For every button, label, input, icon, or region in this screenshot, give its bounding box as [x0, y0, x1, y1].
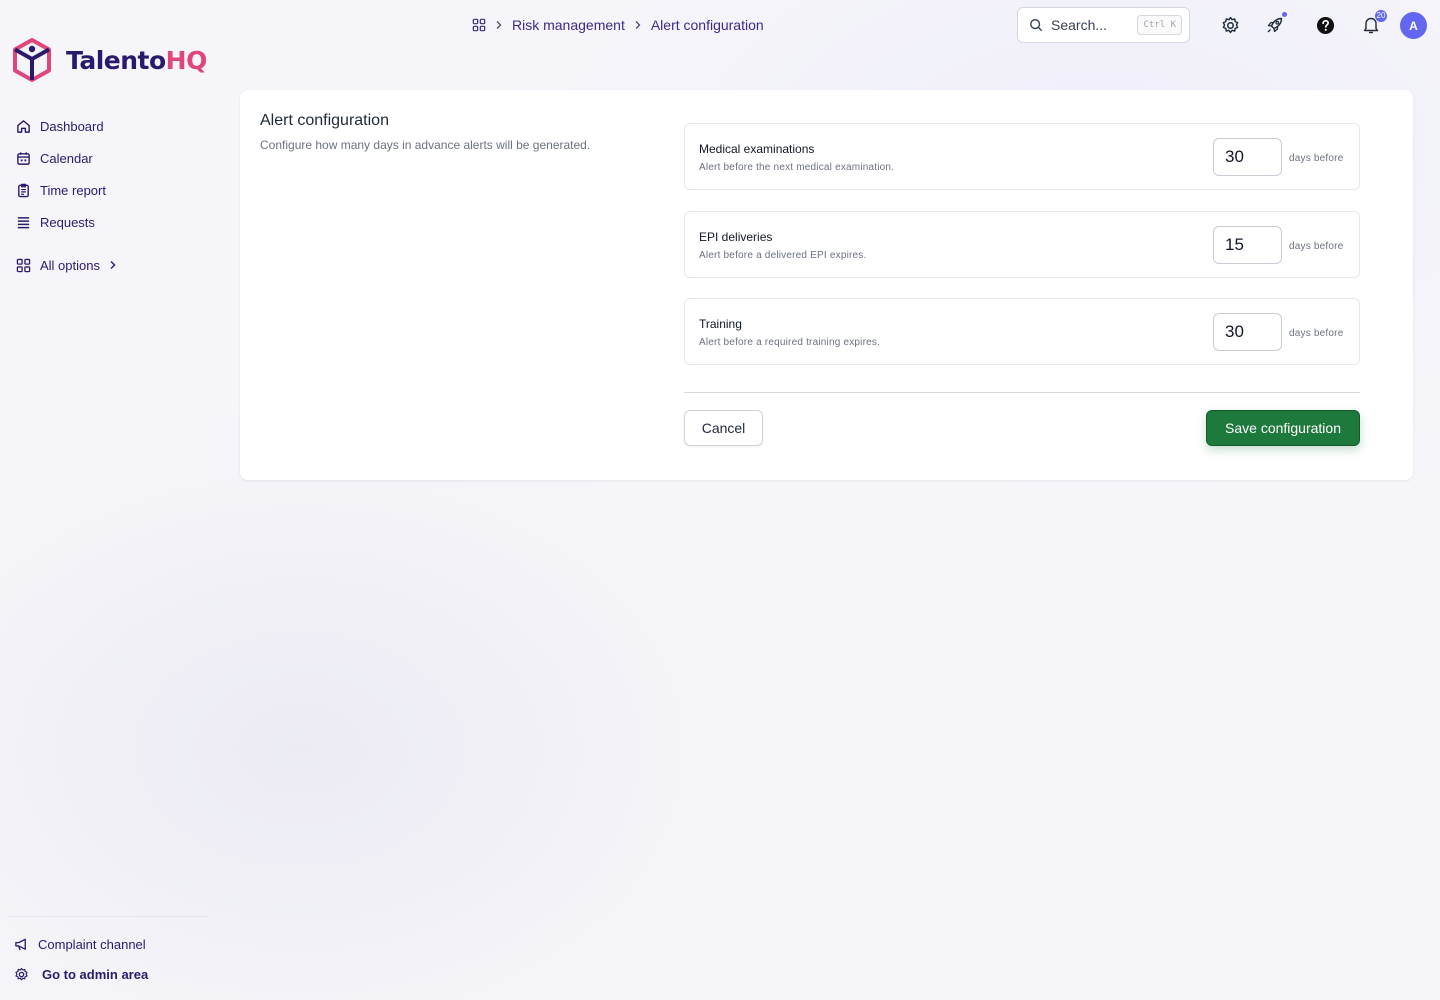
breadcrumb-alert-configuration[interactable]: Alert configuration — [651, 17, 764, 33]
list-icon — [17, 216, 30, 228]
alert-row-title: Training — [699, 317, 742, 331]
sidebar-item-label: Time report — [40, 182, 106, 198]
gear-icon — [1222, 16, 1238, 33]
grid-icon — [16, 258, 31, 272]
alert-row-training: Training Alert before a required trainin… — [684, 298, 1360, 365]
rocket-icon — [1267, 17, 1283, 33]
gear-icon — [15, 967, 28, 980]
sidebar-all-options[interactable]: All options — [16, 249, 216, 281]
sidebar-item-admin-area[interactable]: Go to admin area — [8, 959, 208, 989]
form-divider — [684, 392, 1360, 393]
alert-row-epi-deliveries: EPI deliveries Alert before a delivered … — [684, 211, 1360, 278]
help-icon — [1316, 16, 1334, 34]
whats-new-button[interactable] — [1264, 14, 1286, 36]
brand-name: TalentoHQ — [66, 45, 207, 75]
sidebar-footer: Complaint channel Go to admin area — [8, 916, 208, 989]
page-title: Alert configuration — [260, 112, 389, 129]
sidebar-item-label: Complaint channel — [38, 936, 146, 952]
training-days-input[interactable] — [1213, 313, 1282, 351]
settings-button[interactable] — [1219, 14, 1241, 36]
sidebar-item-label: Go to admin area — [42, 966, 149, 982]
calendar-icon — [17, 151, 30, 165]
chevron-right-icon — [635, 21, 641, 29]
days-before-label: days before — [1289, 241, 1344, 252]
whats-new-indicator — [1282, 12, 1287, 17]
brand-logo[interactable]: TalentoHQ — [12, 38, 207, 82]
sidebar-item-requests[interactable]: Requests — [16, 206, 216, 238]
alert-row-title: Medical examinations — [699, 142, 815, 156]
alert-row-title: EPI deliveries — [699, 230, 773, 244]
grid-icon[interactable] — [472, 18, 486, 32]
medical-examinations-days-input[interactable] — [1213, 138, 1282, 176]
clipboard-icon — [18, 183, 29, 197]
user-avatar[interactable]: A — [1400, 12, 1427, 39]
chevron-right-icon — [110, 261, 116, 269]
alert-row-description: Alert before a delivered EPI expires. — [699, 250, 867, 261]
search-icon — [1030, 19, 1043, 32]
logo-cube-icon — [13, 38, 51, 82]
search-input[interactable]: Search... Ctrl K — [1017, 7, 1190, 43]
cancel-button[interactable]: Cancel — [684, 410, 763, 446]
megaphone-icon — [15, 938, 26, 950]
breadcrumb: Risk management Alert configuration — [472, 16, 764, 34]
search-shortcut: Ctrl K — [1137, 15, 1182, 35]
days-before-label: days before — [1289, 153, 1344, 164]
home-icon — [17, 119, 30, 133]
notification-count-badge: 20 — [1375, 10, 1387, 22]
sidebar-item-time-report[interactable]: Time report — [16, 174, 216, 206]
breadcrumb-risk-management[interactable]: Risk management — [512, 17, 625, 33]
help-button[interactable] — [1314, 14, 1336, 36]
chevron-right-icon — [496, 21, 502, 29]
alert-row-description: Alert before a required training expires… — [699, 337, 881, 348]
sidebar-item-complaint-channel[interactable]: Complaint channel — [8, 929, 208, 959]
search-placeholder: Search... — [1051, 17, 1108, 33]
sidebar-item-calendar[interactable]: Calendar — [16, 142, 216, 174]
save-configuration-button[interactable]: Save configuration — [1206, 410, 1360, 446]
days-before-label: days before — [1289, 328, 1344, 339]
epi-deliveries-days-input[interactable] — [1213, 226, 1282, 264]
alert-configuration-card: Alert configuration Configure how many d… — [240, 90, 1413, 480]
sidebar-item-label: All options — [40, 257, 100, 273]
page-description: Configure how many days in advance alert… — [260, 138, 591, 152]
sidebar-item-dashboard[interactable]: Dashboard — [16, 110, 216, 142]
alert-row-medical-examinations: Medical examinations Alert before the ne… — [684, 123, 1360, 190]
sidebar-item-label: Dashboard — [40, 118, 104, 134]
sidebar-nav: Dashboard Calendar Time report Requests … — [16, 110, 216, 281]
alert-row-description: Alert before the next medical examinatio… — [699, 162, 895, 173]
sidebar-item-label: Calendar — [40, 150, 93, 166]
sidebar-item-label: Requests — [40, 214, 95, 230]
